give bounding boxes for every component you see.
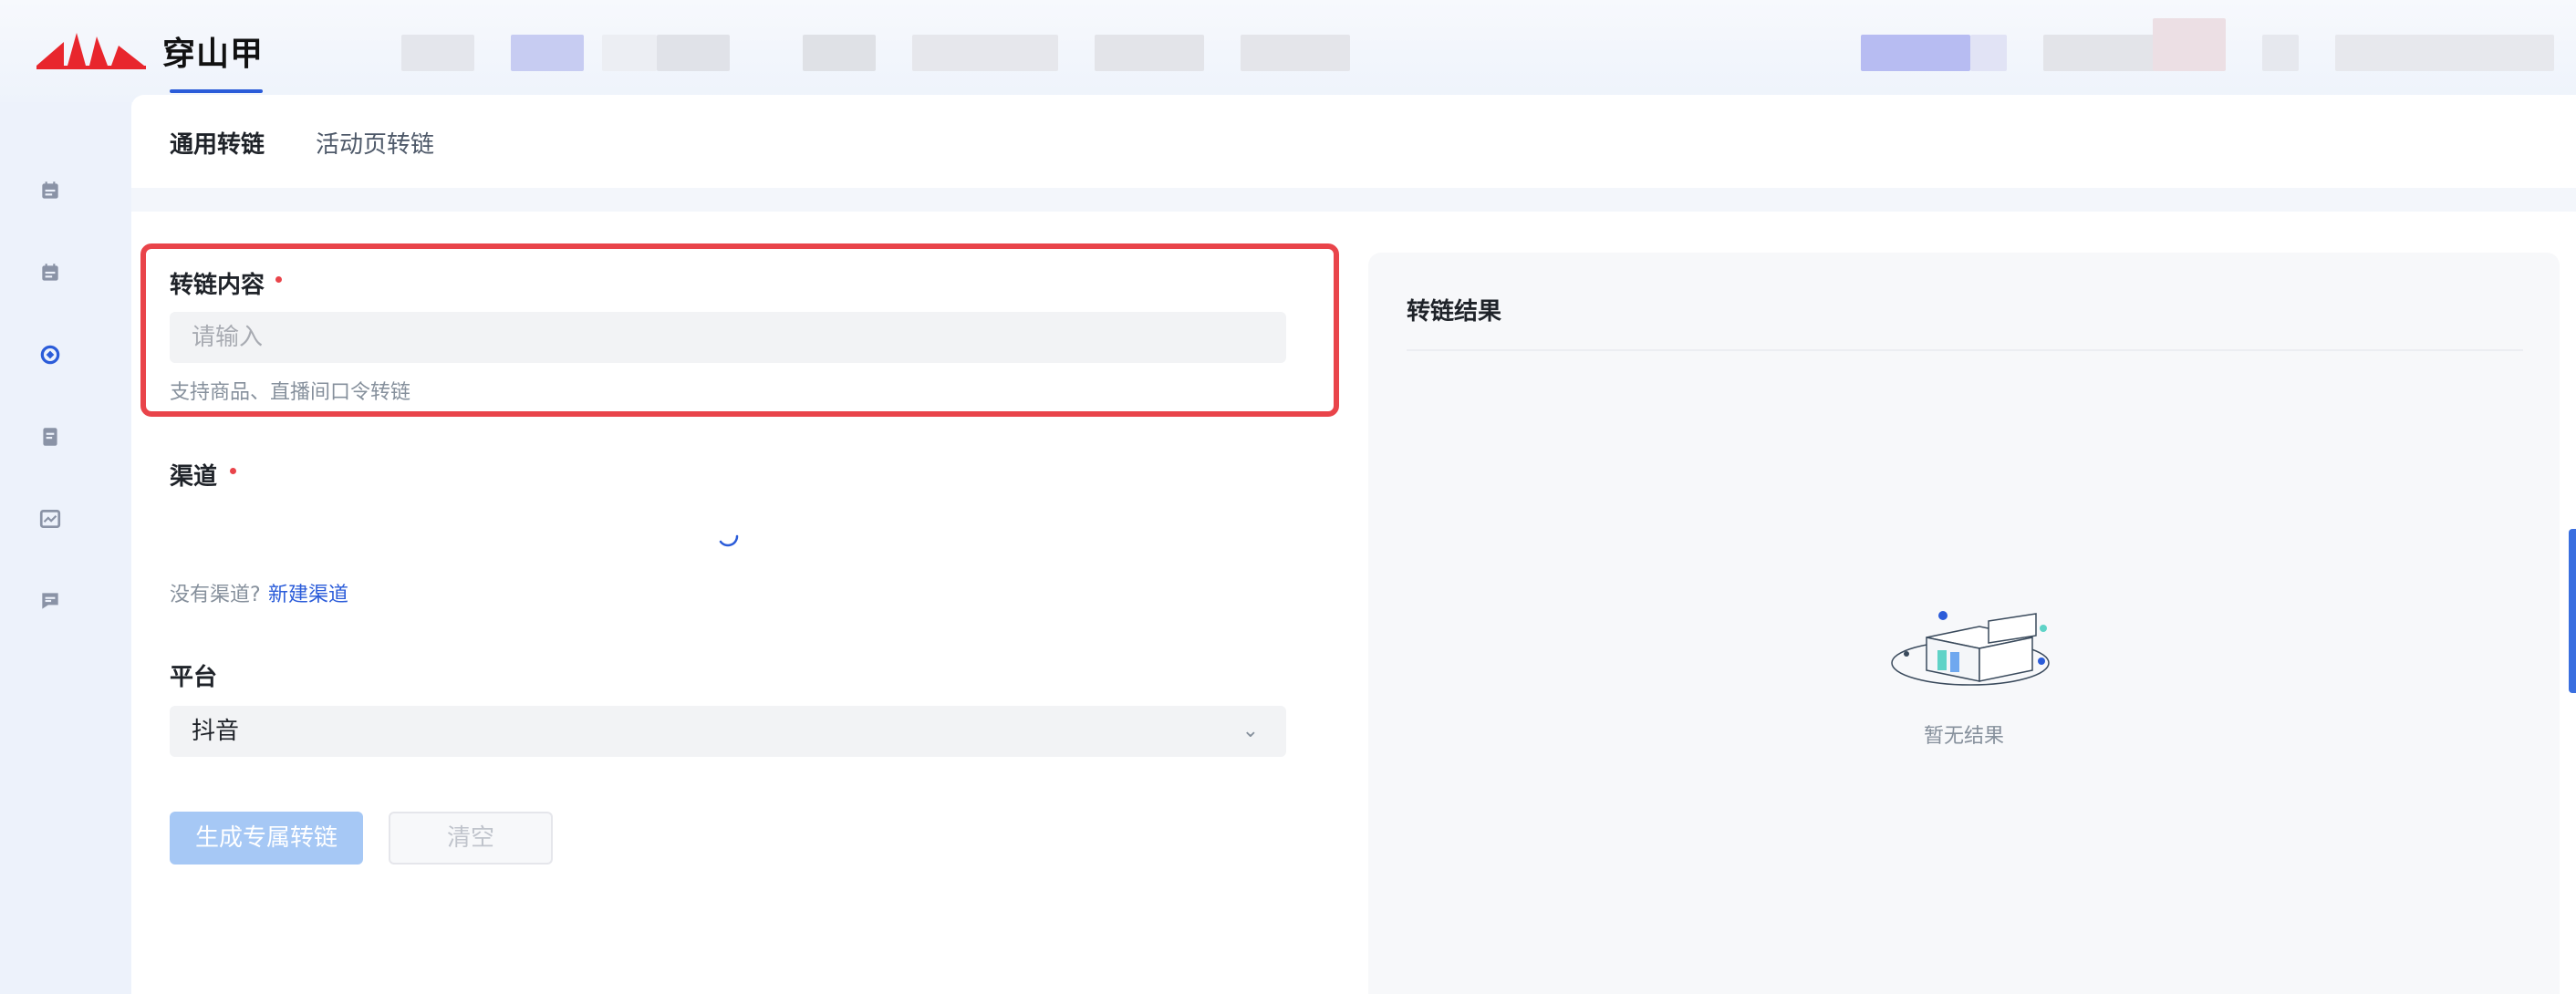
- edge-scroll-handle[interactable]: [2569, 529, 2576, 693]
- clear-button[interactable]: 清空: [389, 812, 553, 865]
- tab-general-link[interactable]: 通用转链: [170, 126, 265, 160]
- generate-link-button[interactable]: 生成专属转链: [170, 812, 363, 865]
- content-input[interactable]: 请输入: [170, 312, 1286, 363]
- result-panel: 转链结果 暂无结果: [1368, 253, 2560, 994]
- chart-icon[interactable]: [36, 505, 64, 533]
- result-title: 转链结果: [1407, 298, 1502, 326]
- active-tab-indicator: [170, 89, 263, 93]
- chevron-down-icon: ⌄: [1241, 720, 1259, 742]
- blurred-nav-item: [2262, 35, 2299, 71]
- empty-box-icon: [1891, 611, 2050, 686]
- blurred-nav-item: [657, 35, 730, 71]
- channel-label: 渠道: [170, 463, 218, 491]
- divider: [1407, 349, 2523, 351]
- blurred-nav-item: [602, 35, 657, 71]
- calendar-icon[interactable]: [36, 177, 64, 204]
- blurred-nav-item: [912, 35, 1058, 71]
- content-label: 转链内容: [170, 272, 265, 299]
- tab-separator: [131, 188, 2576, 212]
- pangolin-logo-icon: [36, 33, 146, 69]
- blurred-nav-item: [2153, 18, 2226, 71]
- message-icon[interactable]: [36, 587, 64, 615]
- calendar-icon[interactable]: [36, 259, 64, 286]
- document-icon[interactable]: [36, 423, 64, 450]
- tab-activity-link[interactable]: 活动页转链: [316, 126, 434, 160]
- content-hint: 支持商品、直播间口令转链: [170, 381, 411, 404]
- empty-result-text: 暂无结果: [1923, 725, 2004, 748]
- app-name: 穿山甲: [162, 36, 265, 73]
- blurred-nav-item: [1241, 35, 1350, 71]
- create-channel-link[interactable]: 新建渠道: [268, 578, 348, 607]
- top-bar: 穿山甲: [0, 0, 2576, 102]
- link-convert-icon[interactable]: [36, 341, 64, 368]
- blurred-nav-item: [1861, 35, 1970, 71]
- blurred-nav-item: [803, 35, 876, 71]
- blurred-nav-item: [401, 35, 474, 71]
- loading-spinner-icon: [719, 534, 739, 547]
- required-marker: [275, 276, 282, 283]
- sidebar: [0, 102, 131, 994]
- blurred-nav-item: [1970, 35, 2007, 71]
- platform-label: 平台: [170, 664, 218, 691]
- platform-select[interactable]: 抖音 ⌄: [170, 706, 1286, 757]
- app-logo[interactable]: 穿山甲: [36, 27, 264, 75]
- blurred-nav-item: [511, 35, 584, 71]
- blurred-nav-item: [2335, 35, 2554, 71]
- required-marker: [230, 468, 236, 474]
- tab-bar: 通用转链 活动页转链: [131, 95, 2576, 188]
- platform-selected-value: 抖音: [192, 718, 240, 745]
- blurred-nav-item: [1095, 35, 1204, 71]
- no-channel-text: 没有渠道?: [170, 584, 261, 606]
